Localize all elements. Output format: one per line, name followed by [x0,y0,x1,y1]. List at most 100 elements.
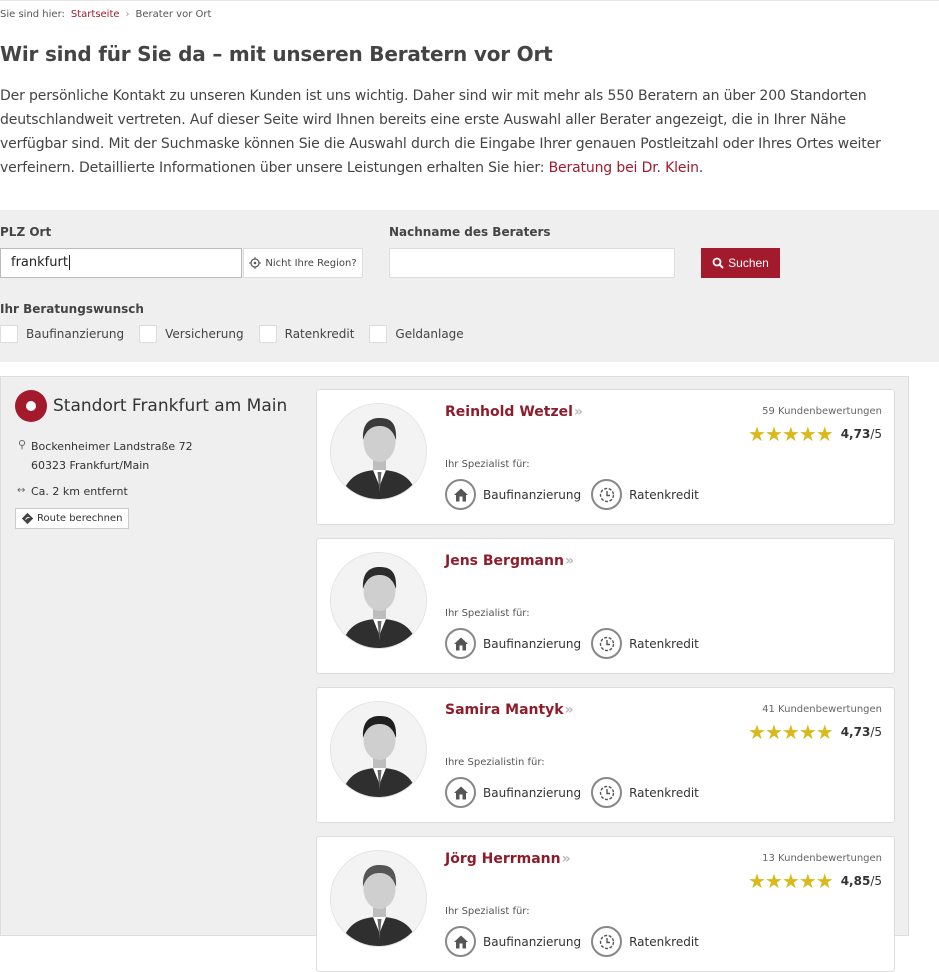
location-address: Bockenheimer Landstraße 72 60323 Frankfu… [31,437,193,475]
star-rating-icon: ★★★★★ [748,422,834,446]
intro-link[interactable]: Beratung bei Dr. Klein [549,160,699,176]
advisor-name-label: Nachname des Beraters [389,225,551,239]
advisor-portrait-icon [331,404,426,499]
plz-input[interactable]: frankfurt [0,248,242,278]
advisor-name: Jörg Herrmann [445,851,561,867]
advisor-portrait-icon [331,553,426,648]
search-icon [712,257,724,269]
rating-score: 4,73/5 [841,725,882,739]
intro-text: Der persönliche Kontakt zu unseren Kunde… [0,84,900,180]
intro-end: . [698,160,704,176]
text-cursor [68,255,70,270]
specialty-label: Ratenkredit [629,934,699,949]
specialty-label: Baufinanzierung [483,487,582,502]
specialties: Baufinanzierung Ratenkredit [445,628,709,659]
advisor-photo[interactable] [330,403,427,500]
advisor-card[interactable]: Jens Bergmann» Ihr Spezialist für: Baufi… [316,538,895,674]
home-icon [445,628,476,659]
location-title: Standort Frankfurt am Main [53,396,288,416]
clock-arrows-icon [591,479,623,510]
advisor-name-link[interactable]: Reinhold Wetzel» [445,404,583,420]
advisor-card[interactable]: Jörg Herrmann» 13 Kundenbewertungen ★★★★… [316,836,895,972]
review-count[interactable]: 13 Kundenbewertungen [762,853,882,864]
breadcrumb-prefix: Sie sind hier: [0,9,65,20]
specialties: Baufinanzierung Ratenkredit [445,926,709,957]
distance-icon: ↔ [17,485,26,496]
checkbox-label: Ratenkredit [284,327,355,341]
not-your-region-label: Nicht Ihre Region? [265,257,357,269]
rating-score: 4,85/5 [841,874,882,888]
rating-score: 4,73/5 [841,427,882,441]
specialty-label: Ratenkredit [629,487,699,502]
specialist-label: Ihr Spezialist für: [445,459,530,470]
advisor-name-link[interactable]: Samira Mantyk» [445,702,574,718]
search-button[interactable]: Suchen [701,248,780,278]
checkbox-ratenkredit[interactable]: Ratenkredit [258,325,355,343]
checkbox-baufinanzierung[interactable]: Baufinanzierung [0,325,124,343]
clock-arrows-icon [591,926,623,957]
advisor-name-input[interactable] [389,248,675,278]
specialties: Baufinanzierung Ratenkredit [445,777,709,808]
route-button[interactable]: Route berechnen [15,508,130,529]
checkbox-box[interactable] [0,325,18,343]
breadcrumb: Sie sind hier: Startseite › Berater vor … [0,9,211,20]
chevron-double-right-icon: » [564,702,574,718]
specialty-label: Baufinanzierung [483,636,582,651]
rating-max: /5 [870,427,882,441]
intro-body: Der persönliche Kontakt zu unseren Kunde… [0,88,881,176]
chevron-double-right-icon: » [564,553,574,569]
consulting-wish-label: Ihr Beratungswunsch [0,302,144,316]
breadcrumb-current: Berater vor Ort [135,9,212,20]
page-title: Wir sind für Sie da – mit unseren Berate… [0,42,553,66]
rating: ★★★★★ 4,73/5 [748,424,882,444]
advisor-name-link[interactable]: Jörg Herrmann» [445,851,571,867]
breadcrumb-separator: › [125,9,130,20]
clock-arrows-icon [591,777,623,808]
breadcrumb-home-link[interactable]: Startseite [71,9,120,20]
specialty-label: Baufinanzierung [483,785,582,800]
checkbox-label: Versicherung [165,327,244,341]
rating-value: 4,73 [840,427,871,441]
home-icon [445,777,476,808]
advisor-portrait-icon [331,702,426,797]
specialty-label: Ratenkredit [629,785,699,800]
route-icon [22,513,33,524]
address-city: 60323 Frankfurt/Main [31,459,150,472]
chevron-double-right-icon: » [573,404,583,420]
plz-input-value: frankfurt [11,255,68,270]
checkbox-box[interactable] [258,325,277,343]
advisor-photo[interactable] [330,552,427,649]
star-rating-icon: ★★★★★ [748,720,834,744]
not-your-region-button[interactable]: Nicht Ihre Region? [243,248,363,278]
rating-value: 4,73 [840,725,871,739]
advisor-card[interactable]: Samira Mantyk» 41 Kundenbewertungen ★★★★… [316,687,895,823]
advisor-card[interactable]: Reinhold Wetzel» 59 Kundenbewertungen ★★… [316,389,895,525]
checkbox-box[interactable] [369,325,388,343]
advisor-name: Samira Mantyk [445,702,564,718]
review-count[interactable]: 59 Kundenbewertungen [762,406,882,417]
rating: ★★★★★ 4,85/5 [748,871,882,891]
map-pin-icon: ⚲ [18,438,27,451]
rating-max: /5 [870,874,882,888]
advisor-name-link[interactable]: Jens Bergmann» [445,553,574,569]
specialist-label: Ihr Spezialist für: [445,608,530,619]
rating-value: 4,85 [840,874,871,888]
star-rating-icon: ★★★★★ [748,869,834,893]
advisor-name: Jens Bergmann [445,553,564,569]
specialist-label: Ihr Spezialist für: [445,906,530,917]
consulting-wish-options: Baufinanzierung Versicherung Ratenkredit… [0,325,479,343]
checkbox-geldanlage[interactable]: Geldanlage [369,325,464,343]
address-street: Bockenheimer Landstraße 72 [31,440,193,453]
advisor-photo[interactable] [330,701,427,798]
advisor-name: Reinhold Wetzel [445,404,573,420]
location-distance: Ca. 2 km entfernt [31,485,128,498]
checkbox-versicherung[interactable]: Versicherung [139,325,244,343]
home-icon [445,926,476,957]
advisor-photo[interactable] [330,850,427,947]
target-icon [249,257,262,269]
location-pin-icon [15,390,47,422]
plz-label: PLZ Ort [0,225,52,239]
checkbox-box[interactable] [139,325,158,343]
search-button-label: Suchen [728,256,769,270]
review-count[interactable]: 41 Kundenbewertungen [762,704,882,715]
